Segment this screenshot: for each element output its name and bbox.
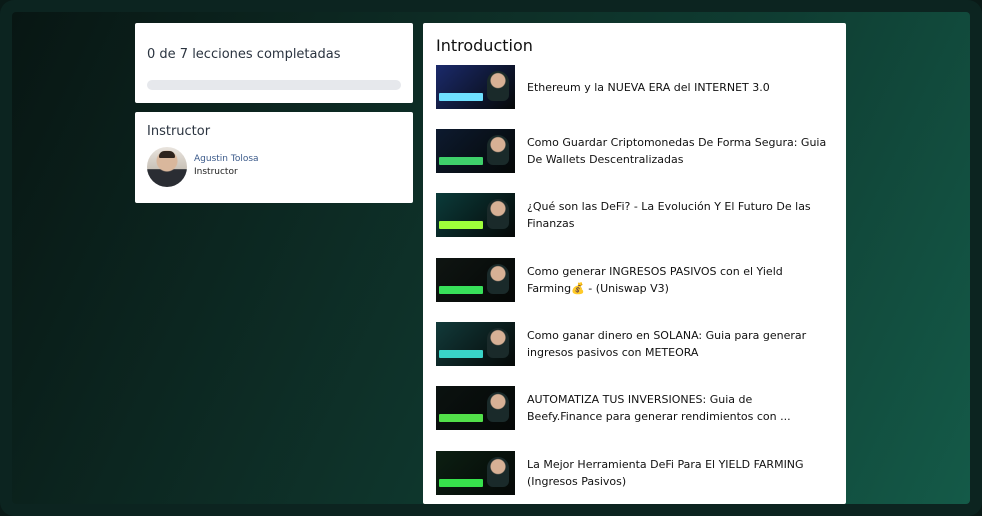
lesson-thumbnail[interactable] bbox=[436, 129, 515, 173]
progress-label: 0 de 7 lecciones completadas bbox=[147, 47, 341, 62]
presenter-face bbox=[487, 264, 509, 294]
lesson-title[interactable]: ¿Qué son las DeFi? - La Evolución Y El F… bbox=[527, 193, 827, 237]
section-title: Introduction bbox=[436, 36, 533, 55]
lesson-thumbnail[interactable] bbox=[436, 193, 515, 237]
thumbnail-caption bbox=[439, 479, 483, 487]
instructor-avatar bbox=[147, 147, 187, 187]
lesson-title[interactable]: Ethereum y la NUEVA ERA del INTERNET 3.0 bbox=[527, 65, 827, 109]
presenter-face bbox=[487, 328, 509, 358]
lesson-title[interactable]: AUTOMATIZA TUS INVERSIONES: Guia de Beef… bbox=[527, 386, 827, 430]
lesson-item-4[interactable]: Como generar INGRESOS PASIVOS con el Yie… bbox=[436, 258, 836, 303]
lesson-item-3[interactable]: ¿Qué son las DeFi? - La Evolución Y El F… bbox=[436, 193, 836, 238]
presenter-face bbox=[487, 457, 509, 487]
course-page: 0 de 7 lecciones completadas Instructor … bbox=[12, 12, 970, 504]
thumbnail-caption bbox=[439, 414, 483, 422]
lesson-title[interactable]: Como generar INGRESOS PASIVOS con el Yie… bbox=[527, 258, 827, 302]
lesson-item-7[interactable]: La Mejor Herramienta DeFi Para El YIELD … bbox=[436, 451, 836, 496]
thumbnail-caption bbox=[439, 350, 483, 358]
lesson-title[interactable]: La Mejor Herramienta DeFi Para El YIELD … bbox=[527, 451, 827, 495]
instructor-card: Instructor Agustin Tolosa Instructor bbox=[135, 112, 413, 203]
lesson-thumbnail[interactable] bbox=[436, 386, 515, 430]
lesson-thumbnail[interactable] bbox=[436, 65, 515, 109]
lesson-thumbnail[interactable] bbox=[436, 322, 515, 366]
instructor-heading: Instructor bbox=[147, 124, 211, 139]
lesson-thumbnail[interactable] bbox=[436, 258, 515, 302]
instructor-name[interactable]: Agustin Tolosa bbox=[194, 154, 259, 164]
lesson-title[interactable]: Como Guardar Criptomonedas De Forma Segu… bbox=[527, 129, 827, 173]
window-frame: 0 de 7 lecciones completadas Instructor … bbox=[0, 0, 982, 516]
lesson-item-6[interactable]: AUTOMATIZA TUS INVERSIONES: Guia de Beef… bbox=[436, 386, 836, 431]
presenter-face bbox=[487, 392, 509, 422]
thumbnail-caption bbox=[439, 93, 483, 101]
lesson-item-5[interactable]: Como ganar dinero en SOLANA: Guia para g… bbox=[436, 322, 836, 367]
lesson-thumbnail[interactable] bbox=[436, 451, 515, 495]
lesson-item-1[interactable]: Ethereum y la NUEVA ERA del INTERNET 3.0 bbox=[436, 65, 836, 110]
presenter-face bbox=[487, 199, 509, 229]
presenter-face bbox=[487, 71, 509, 101]
lessons-card: Introduction Ethereum y la NUEVA ERA del… bbox=[423, 23, 846, 504]
presenter-face bbox=[487, 135, 509, 165]
lesson-title[interactable]: Como ganar dinero en SOLANA: Guia para g… bbox=[527, 322, 827, 366]
progress-card: 0 de 7 lecciones completadas bbox=[135, 23, 413, 103]
thumbnail-caption bbox=[439, 221, 483, 229]
thumbnail-caption bbox=[439, 157, 483, 165]
thumbnail-caption bbox=[439, 286, 483, 294]
lesson-item-2[interactable]: Como Guardar Criptomonedas De Forma Segu… bbox=[436, 129, 836, 174]
instructor-role: Instructor bbox=[194, 167, 238, 177]
progress-bar bbox=[147, 80, 401, 90]
